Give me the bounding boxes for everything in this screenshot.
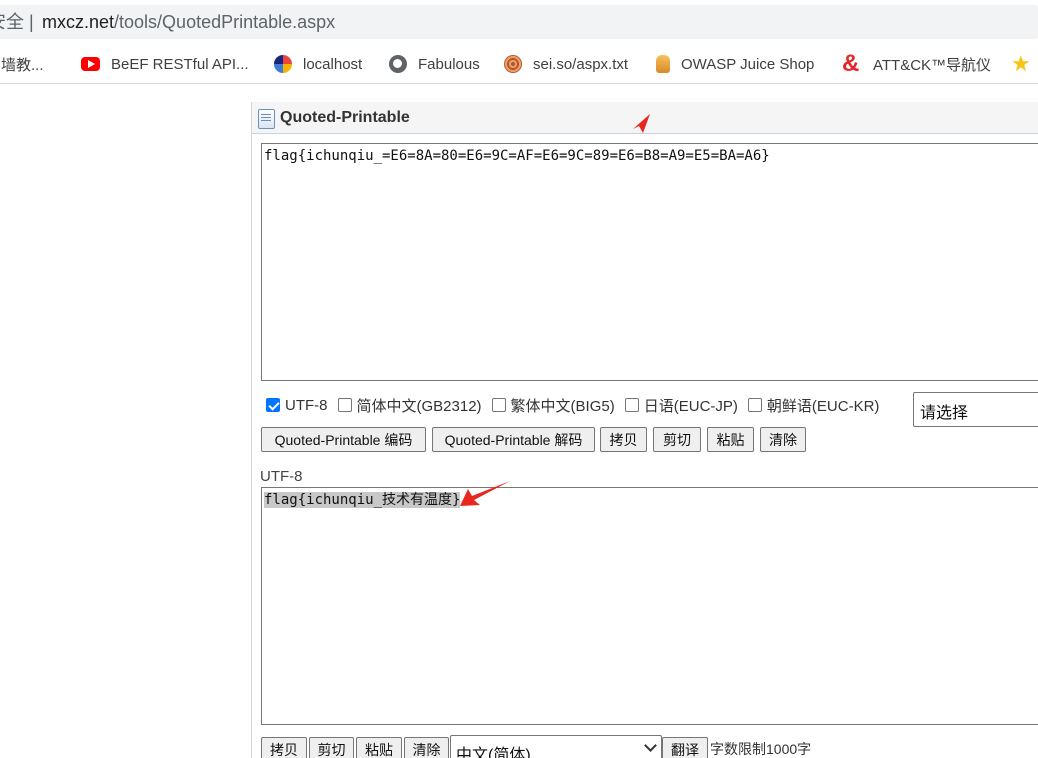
charset-gb2312[interactable]: 简体中文(GB2312) bbox=[337, 395, 482, 416]
globe-icon bbox=[389, 55, 407, 73]
output-textarea[interactable]: flag{ichunqiu_技术有温度} bbox=[261, 487, 1038, 725]
output-charset-label: UTF-8 bbox=[260, 468, 303, 485]
language-select[interactable]: 中文(简体) bbox=[450, 735, 662, 758]
charset-euc-kr[interactable]: 朝鲜语(EUC-KR) bbox=[747, 395, 879, 416]
bookmark-label: sei.so/aspx.txt bbox=[533, 55, 629, 73]
bookmark-item[interactable]: sei.so/aspx.txt bbox=[504, 44, 628, 84]
copy-button[interactable]: 拷贝 bbox=[600, 427, 647, 452]
bookmark-label: BeEF RESTful API... bbox=[111, 55, 249, 73]
charset-options: UTF-8 简体中文(GB2312) 繁体中文(BIG5) 日语(EUC-JP)… bbox=[266, 392, 889, 418]
panel-title: Quoted-Printable bbox=[280, 109, 410, 126]
bookmark-label: Fabulous bbox=[418, 55, 480, 73]
annotation-arrow-icon bbox=[633, 114, 650, 133]
cut-button[interactable]: 剪切 bbox=[653, 427, 701, 452]
security-indicator[interactable]: 安全 | bbox=[0, 10, 34, 34]
annotation-arrow-icon bbox=[460, 481, 510, 506]
bookmark-item[interactable]: & ATT&CK™导航仪 bbox=[842, 44, 991, 84]
address-bar-area: 安全 | mxcz.net/tools/QuotedPrintable.aspx bbox=[0, 0, 1038, 44]
chevron-down-icon bbox=[644, 739, 657, 752]
sei-icon bbox=[504, 55, 522, 73]
checkbox[interactable] bbox=[624, 398, 639, 412]
translate-button[interactable]: 翻译 bbox=[662, 737, 708, 758]
url-text[interactable]: mxcz.net/tools/QuotedPrintable.aspx bbox=[42, 10, 335, 34]
decode-button[interactable]: Quoted-Printable 解码 bbox=[432, 427, 595, 452]
charset-euc-jp[interactable]: 日语(EUC-JP) bbox=[624, 395, 738, 416]
bookmark-label: ATT&CK™导航仪 bbox=[873, 56, 992, 74]
input-textarea[interactable]: flag{ichunqiu_=E6=8A=80=E6=9C=AF=E6=9C=8… bbox=[261, 143, 1038, 381]
clear-button[interactable]: 清除 bbox=[760, 427, 806, 452]
youtube-icon bbox=[81, 57, 100, 71]
bookmark-item[interactable]: OWASP Juice Shop bbox=[656, 44, 814, 84]
bookmark-label: OWASP Juice Shop bbox=[681, 55, 815, 73]
checkbox[interactable] bbox=[747, 398, 762, 412]
localhost-icon bbox=[274, 55, 292, 73]
charset-select[interactable]: 请选择 bbox=[913, 392, 1038, 427]
checkbox-checked[interactable] bbox=[266, 398, 280, 412]
charset-utf8[interactable]: UTF-8 bbox=[266, 397, 328, 414]
bookmark-item[interactable]: Fabulous bbox=[389, 44, 480, 84]
bookmark-item[interactable]: BeEF RESTful API... bbox=[81, 44, 249, 84]
bottom-copy-button[interactable]: 拷贝 bbox=[261, 737, 307, 758]
star-icon: ★ bbox=[1011, 51, 1031, 76]
bookmark-item[interactable]: 翻墙教... bbox=[0, 44, 44, 84]
bookmark-label: 翻墙教... bbox=[0, 56, 44, 74]
encode-button[interactable]: Quoted-Printable 编码 bbox=[261, 427, 426, 452]
document-icon bbox=[258, 109, 275, 129]
char-limit-text: 字数限制1000字 bbox=[710, 741, 812, 757]
bookmark-item[interactable]: localhost bbox=[274, 44, 362, 84]
bookmark-item[interactable]: ★ bbox=[1011, 44, 1038, 84]
paste-button[interactable]: 粘贴 bbox=[707, 427, 754, 452]
panel-border bbox=[251, 102, 252, 758]
checkbox[interactable] bbox=[337, 398, 352, 412]
bottom-clear-button[interactable]: 清除 bbox=[404, 737, 449, 758]
charset-big5[interactable]: 繁体中文(BIG5) bbox=[491, 395, 615, 416]
checkbox[interactable] bbox=[491, 398, 506, 412]
selected-text: flag{ichunqiu_技术有温度} bbox=[264, 492, 461, 508]
language-select-value: 中文(简体) bbox=[456, 747, 531, 758]
bookmarks-bar: 翻墙教... BeEF RESTful API... localhost Fab… bbox=[0, 44, 1038, 84]
bookmark-label: localhost bbox=[303, 55, 363, 73]
bottom-paste-button[interactable]: 粘贴 bbox=[356, 737, 402, 758]
attck-icon: & bbox=[842, 50, 860, 77]
bottom-cut-button[interactable]: 剪切 bbox=[309, 737, 354, 758]
owasp-icon bbox=[656, 55, 670, 73]
